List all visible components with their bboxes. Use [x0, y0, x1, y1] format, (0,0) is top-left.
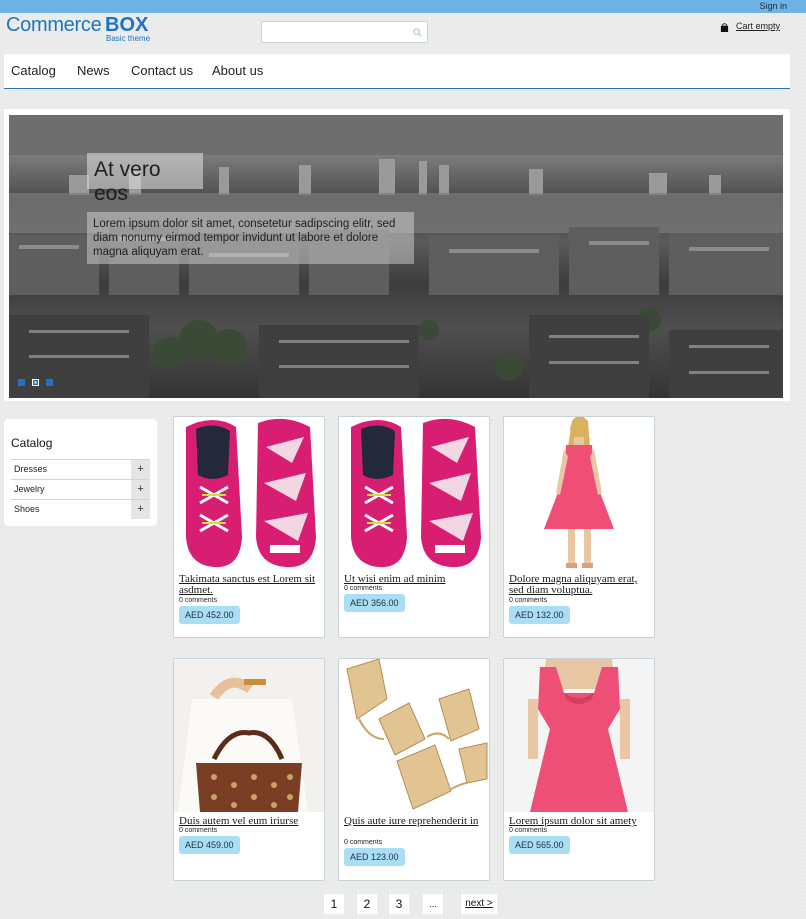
sign-in-link[interactable]: Sign in: [759, 0, 787, 13]
price-badge: AED 565.00: [509, 836, 570, 854]
slide-text: Lorem ipsum dolor sit amet, consetetur s…: [87, 212, 414, 264]
page-ellipsis: ...: [423, 894, 443, 914]
price-badge: AED 132.00: [509, 606, 570, 624]
product-comments[interactable]: 0 comments: [509, 827, 547, 834]
dress-icon: [504, 659, 654, 812]
page-2-button[interactable]: 2: [357, 894, 377, 914]
product-comments[interactable]: 0 comments: [179, 597, 217, 604]
product-image[interactable]: [339, 659, 489, 812]
search-icon[interactable]: [413, 28, 422, 37]
next-page-button[interactable]: next >: [461, 894, 497, 914]
nav-item-catalog[interactable]: Catalog: [11, 63, 56, 78]
search-box: [261, 21, 428, 43]
logo-text-commerce: Commerce: [6, 14, 102, 36]
product-title-link[interactable]: Duis autem vel eum iriurse: [179, 816, 319, 827]
product-title-link[interactable]: Dolore magna aliquyam erat, sed diam vol…: [509, 574, 649, 596]
cart-link[interactable]: Cart empty: [736, 21, 780, 31]
slider-dot-2[interactable]: [32, 379, 39, 386]
price-badge: AED 356.00: [344, 594, 405, 612]
necklace-icon: [339, 659, 489, 812]
hero-slide[interactable]: At vero eos Lorem ipsum dolor sit amet, …: [9, 115, 783, 398]
product-title-link[interactable]: Quis aute iure reprehenderit in: [344, 816, 484, 827]
top-bar: Sign in: [0, 0, 806, 13]
slider-dot-3[interactable]: [46, 379, 53, 386]
product-image[interactable]: [174, 659, 324, 812]
product-card[interactable]: Ut wisi enim ad minim 0 comments AED 356…: [338, 416, 490, 638]
sidebar-item-label: Jewelry: [14, 484, 45, 494]
shopping-bag-icon: [720, 23, 729, 32]
product-card[interactable]: Takimata sanctus est Lorem sit asdmet. 0…: [173, 416, 325, 638]
sneaker-icon: [339, 417, 489, 570]
hero-slider: At vero eos Lorem ipsum dolor sit amet, …: [4, 109, 790, 401]
product-title-link[interactable]: Lorem ipsum dolor sit amety: [509, 816, 649, 827]
product-title-link[interactable]: Ut wisi enim ad minim: [344, 574, 484, 585]
product-comments[interactable]: 0 comments: [344, 839, 382, 846]
product-card[interactable]: Quis aute iure reprehenderit in 0 commen…: [338, 658, 490, 881]
price-badge: AED 452.00: [179, 606, 240, 624]
sidebar-item-dresses[interactable]: Dresses +: [11, 459, 150, 479]
slide-title: At vero eos: [87, 153, 203, 205]
page-3-button[interactable]: 3: [389, 894, 409, 914]
product-card[interactable]: Duis autem vel eum iriurse 0 comments AE…: [173, 658, 325, 881]
price-badge: AED 459.00: [179, 836, 240, 854]
product-image[interactable]: [504, 417, 654, 570]
product-card[interactable]: Lorem ipsum dolor sit amety 0 comments A…: [503, 658, 655, 881]
sidebar-title: Catalog: [11, 436, 53, 450]
sidebar-item-label: Shoes: [14, 504, 40, 514]
price-badge: AED 123.00: [344, 848, 405, 866]
logo-subtitle: Basic theme: [106, 34, 151, 43]
nav-item-about-us[interactable]: About us: [212, 63, 263, 78]
slider-dot-1[interactable]: [18, 379, 25, 386]
expand-button[interactable]: +: [131, 460, 150, 479]
nav-item-contact-us[interactable]: Contact us: [131, 63, 193, 78]
product-image[interactable]: [339, 417, 489, 570]
product-card[interactable]: Dolore magna aliquyam erat, sed diam vol…: [503, 416, 655, 638]
logo[interactable]: Commerce BOX Basic theme: [6, 14, 156, 44]
product-comments[interactable]: 0 comments: [179, 827, 217, 834]
nav-item-news[interactable]: News: [77, 63, 110, 78]
handbag-icon: [174, 659, 324, 812]
product-comments[interactable]: 0 comments: [344, 585, 382, 592]
search-input[interactable]: [262, 22, 407, 42]
product-comments[interactable]: 0 comments: [509, 597, 547, 604]
sidebar-item-label: Dresses: [14, 464, 48, 474]
expand-button[interactable]: +: [131, 480, 150, 499]
product-title-link[interactable]: Takimata sanctus est Lorem sit asdmet.: [179, 574, 319, 596]
product-image[interactable]: [174, 417, 324, 570]
product-image[interactable]: [504, 659, 654, 812]
sneaker-icon: [174, 417, 324, 570]
page-1-button[interactable]: 1: [324, 894, 344, 914]
sidebar-item-shoes[interactable]: Shoes +: [11, 499, 150, 519]
expand-button[interactable]: +: [131, 500, 150, 519]
sidebar-item-jewelry[interactable]: Jewelry +: [11, 479, 150, 499]
dress-icon: [504, 417, 654, 570]
main-nav: Catalog News Contact us About us: [4, 54, 790, 89]
catalog-sidebar: Catalog Dresses + Jewelry + Shoes +: [4, 419, 157, 526]
